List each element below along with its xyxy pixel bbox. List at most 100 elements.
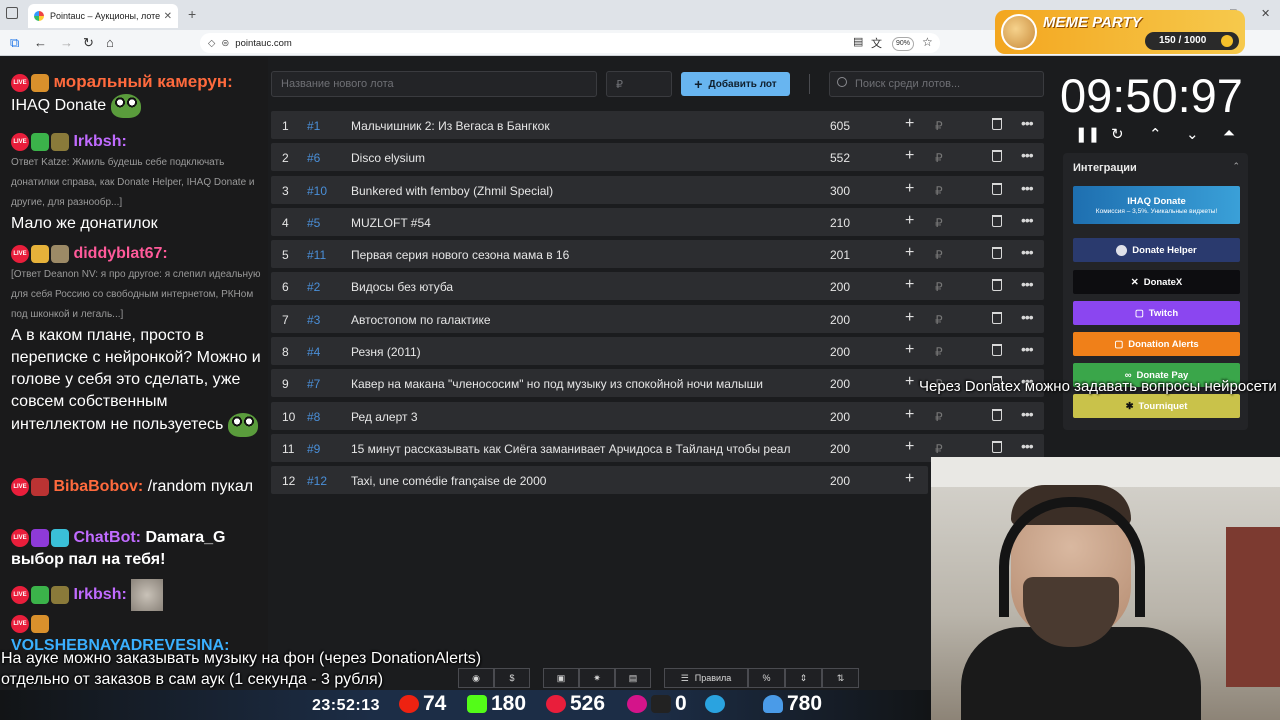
ruble-icon[interactable]: ₽ (935, 184, 943, 198)
reader-view-icon[interactable]: ▤ (853, 35, 863, 48)
more-icon[interactable]: ••• (1021, 276, 1034, 292)
more-icon[interactable]: ••• (1021, 309, 1034, 325)
integration-tourniquet[interactable]: ✱ Tourniquet (1073, 394, 1240, 418)
add-amount-icon[interactable]: + (905, 212, 914, 230)
lot-title[interactable]: Кавер на макана "членососим" но под музы… (351, 377, 811, 391)
sort-icon[interactable]: ⇅ (822, 668, 859, 688)
add-amount-icon[interactable]: + (905, 470, 914, 488)
double-time-icon[interactable]: ⏶ (1223, 125, 1235, 142)
ruble-icon[interactable]: ₽ (935, 442, 943, 456)
dollar-icon[interactable]: $ (494, 668, 530, 688)
lot-id[interactable]: #11 (307, 248, 326, 262)
lot-id[interactable]: #10 (307, 184, 327, 198)
lot-id[interactable]: #2 (307, 280, 320, 294)
integration-ihaq-donate[interactable]: IHAQ Donate Комиссия – 3,5%. Уникальные … (1073, 186, 1240, 224)
lot-id[interactable]: #3 (307, 313, 320, 327)
split-icon[interactable]: ⇕ (785, 668, 822, 688)
trash-icon[interactable] (992, 279, 1002, 292)
tab-list-icon[interactable] (6, 7, 18, 19)
save-icon[interactable]: ▣ (543, 668, 579, 688)
ruble-icon[interactable]: ₽ (935, 119, 943, 133)
lot-row[interactable]: 7 #3 Автостопом по галактике 200 + ₽ ••• (271, 304, 1044, 333)
add-amount-icon[interactable]: + (905, 115, 914, 133)
trash-icon[interactable] (992, 440, 1002, 453)
integration-donatex[interactable]: ✕ DonateX (1073, 270, 1240, 294)
lot-title[interactable]: Ред алерт 3 (351, 410, 811, 424)
close-window-icon[interactable]: ✕ (1261, 7, 1270, 20)
add-amount-icon[interactable]: + (905, 341, 914, 359)
lot-row[interactable]: 11 #9 15 минут рассказывать как Сиёга зама… (271, 433, 1044, 462)
pause-icon[interactable]: ❚❚ (1075, 125, 1100, 143)
more-icon[interactable]: ••• (1021, 212, 1034, 228)
more-icon[interactable]: ••• (1021, 147, 1034, 163)
lot-id[interactable]: #5 (307, 216, 320, 230)
lot-row[interactable]: 6 #2 Видосы без ютуба 200 + ₽ ••• (271, 272, 1044, 301)
github-icon[interactable]: ◉ (458, 668, 494, 688)
lot-title[interactable]: 15 минут рассказывать как Сиёга заманива… (351, 442, 811, 456)
subtract-time-icon[interactable]: ⌄ (1186, 125, 1199, 143)
lot-id[interactable]: #8 (307, 410, 320, 424)
more-icon[interactable]: ••• (1021, 438, 1034, 454)
trash-icon[interactable] (992, 408, 1002, 421)
ruble-icon[interactable]: ₽ (935, 151, 943, 165)
lot-id[interactable]: #9 (307, 442, 320, 456)
lot-row[interactable]: 12 #12 Taxi, une comédie française de 2000… (271, 466, 928, 495)
add-amount-icon[interactable]: + (905, 244, 914, 262)
zoom-level[interactable]: 90% (892, 37, 914, 51)
add-amount-icon[interactable]: + (905, 309, 914, 327)
ruble-icon[interactable]: ₽ (935, 248, 943, 262)
back-icon[interactable]: ← (34, 35, 47, 50)
lot-row[interactable]: 3 #10 Bunkered with femboy (Zhmil Special)… (271, 175, 1044, 204)
bug-icon[interactable]: ✷ (579, 668, 615, 688)
favorite-star-icon[interactable]: ☆ (922, 35, 933, 49)
add-amount-icon[interactable]: + (905, 373, 914, 391)
percent-button[interactable]: % (748, 668, 785, 688)
lot-id[interactable]: #6 (307, 151, 320, 165)
trash-icon[interactable] (992, 344, 1002, 357)
lot-row[interactable]: 5 #11 Первая серия нового сезона мама в 16… (271, 240, 1044, 269)
lot-search-input[interactable]: Поиск среди лотов... (829, 71, 1044, 97)
lot-title[interactable]: Taxi, une comédie française de 2000 (351, 474, 811, 488)
lot-row[interactable]: 1 #1 Мальчишник 2: Из Вегаса в Бангкок 605 +… (271, 111, 1044, 139)
lot-id[interactable]: #4 (307, 345, 320, 359)
trash-icon[interactable] (992, 150, 1002, 163)
ruble-icon[interactable]: ₽ (935, 280, 943, 294)
trash-icon[interactable] (992, 118, 1002, 130)
lot-id[interactable]: #1 (307, 119, 320, 133)
lot-title[interactable]: MUZLOFT #54 (351, 216, 811, 230)
translate-icon[interactable]: 文 (871, 35, 882, 51)
reset-icon[interactable]: ↻ (1111, 125, 1124, 143)
shield-icon[interactable]: ◇ (208, 38, 215, 49)
lot-title[interactable]: Резня (2011) (351, 345, 811, 359)
lot-title[interactable]: Disco elysium (351, 151, 811, 165)
more-icon[interactable]: ••• (1021, 115, 1034, 131)
rules-button[interactable]: ☰ Правила (664, 668, 748, 688)
trash-icon[interactable] (992, 214, 1002, 227)
lot-title[interactable]: Мальчишник 2: Из Вегаса в Бангкок (351, 119, 811, 133)
new-lot-amount-input[interactable]: ₽ (606, 71, 672, 97)
new-tab-button[interactable]: + (188, 6, 196, 22)
new-lot-name-input[interactable]: Название нового лота (271, 71, 597, 97)
chevron-up-icon[interactable]: ⌃ (1232, 161, 1240, 172)
ruble-icon[interactable]: ₽ (935, 216, 943, 230)
more-icon[interactable]: ••• (1021, 180, 1034, 196)
collections-icon[interactable]: ⧉ (10, 35, 19, 51)
clear-icon[interactable]: ▤ (615, 668, 651, 688)
integration-twitch[interactable]: ▢ Twitch (1073, 301, 1240, 325)
browser-tab[interactable]: Pointauc – Аукционы, лотереи ✕ (28, 4, 178, 28)
lot-title[interactable]: Автостопом по галактике (351, 313, 811, 327)
add-amount-icon[interactable]: + (905, 438, 914, 456)
url-field[interactable]: ◇ ⊜ pointauc.com (200, 33, 940, 53)
integration-donation-alerts[interactable]: ▢ Donation Alerts (1073, 332, 1240, 356)
add-amount-icon[interactable]: + (905, 147, 914, 165)
ruble-icon[interactable]: ₽ (935, 345, 943, 359)
lot-row[interactable]: 4 #5 MUZLOFT #54 210 + ₽ ••• (271, 207, 1044, 236)
lot-row[interactable]: 10 #8 Ред алерт 3 200 + ₽ ••• (271, 401, 1044, 430)
add-lot-button[interactable]: + Добавить лот (681, 72, 790, 96)
forward-icon[interactable]: → (60, 35, 73, 50)
add-amount-icon[interactable]: + (905, 180, 914, 198)
add-amount-icon[interactable]: + (905, 276, 914, 294)
add-time-icon[interactable]: ⌃ (1149, 125, 1162, 143)
lot-id[interactable]: #12 (307, 474, 327, 488)
trash-icon[interactable] (992, 311, 1002, 324)
